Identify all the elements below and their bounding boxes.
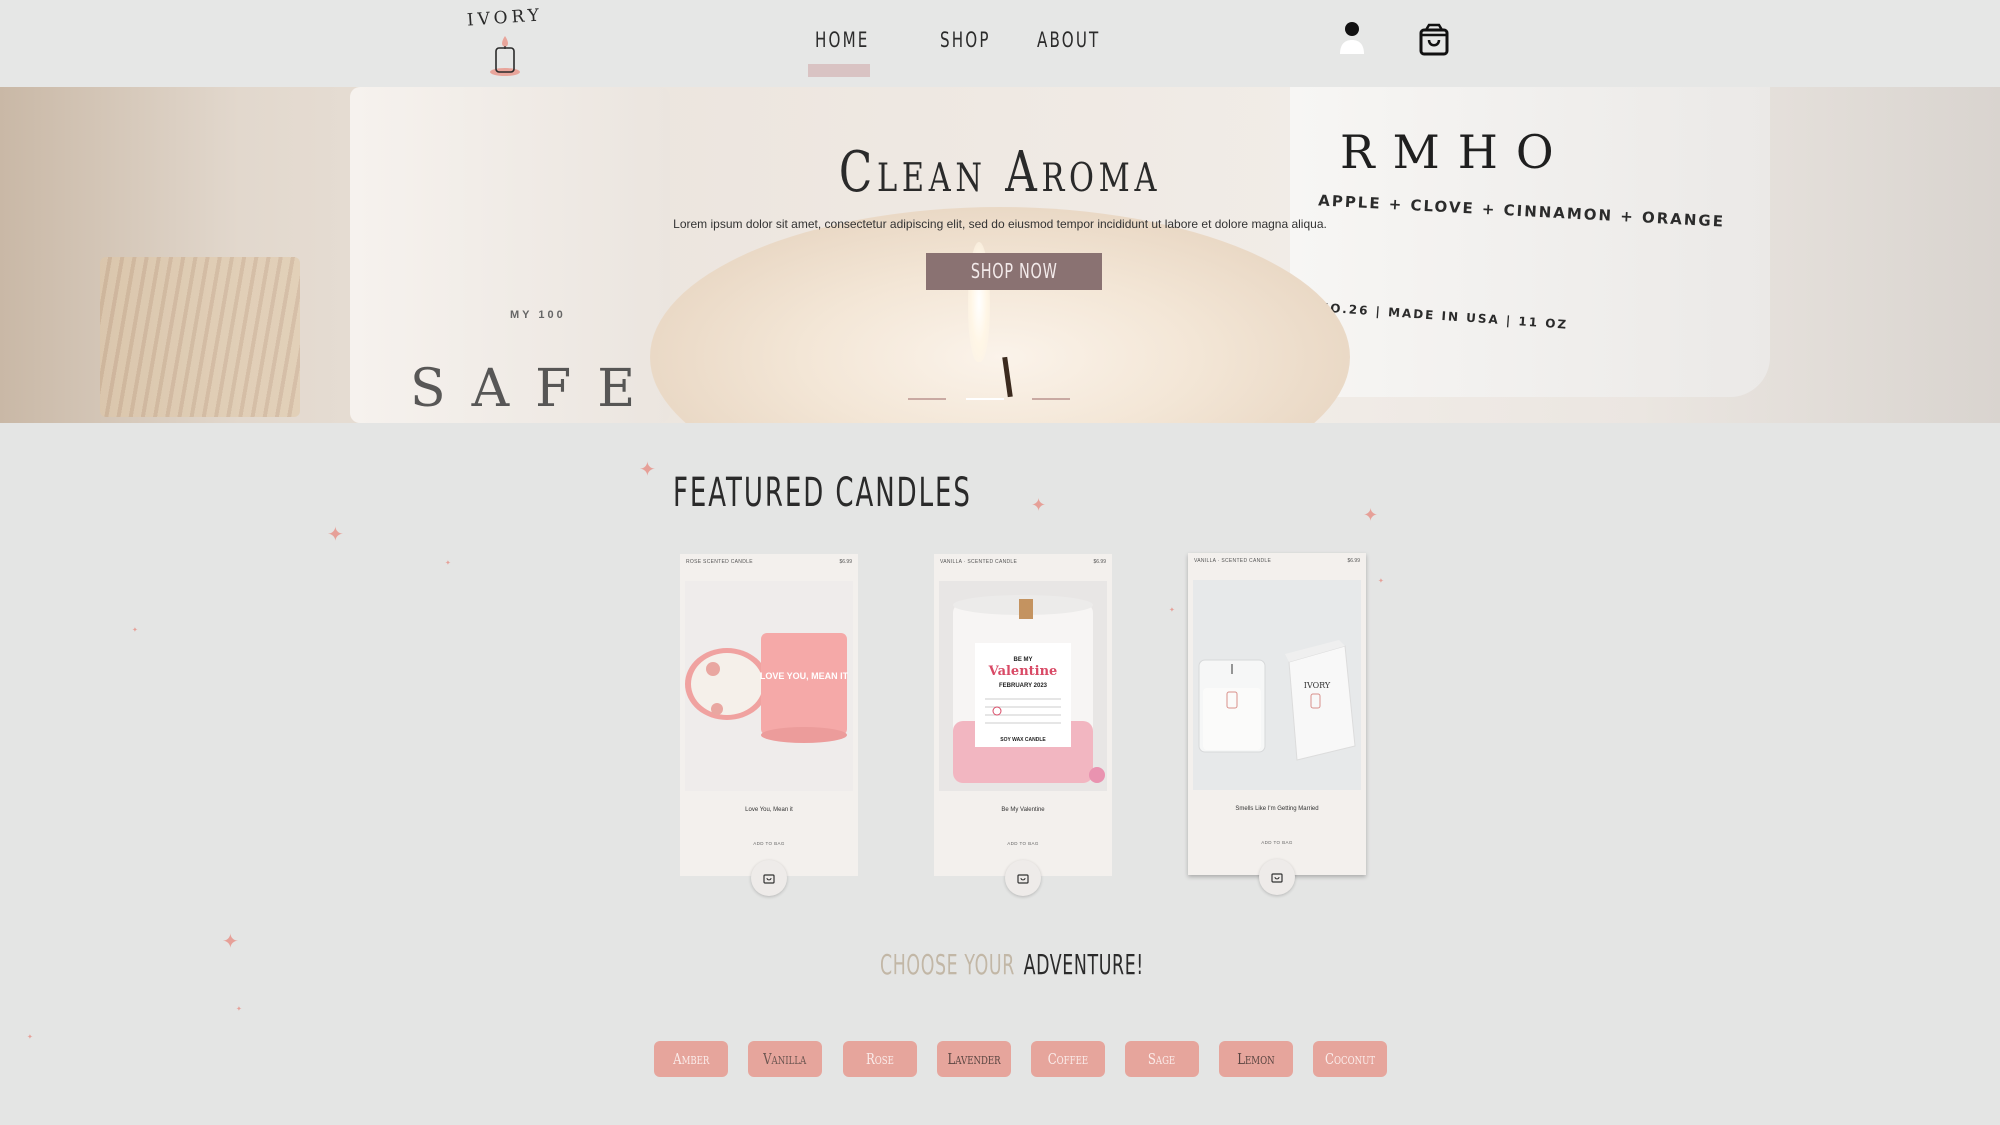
scent-label: Coffee (1047, 1050, 1089, 1068)
choose-your-text: CHOOSE YOUR (880, 948, 1015, 981)
sparkle-icon: ✦ (236, 1006, 242, 1013)
scent-label: Rose (865, 1050, 894, 1068)
product-image-be-my-valentine[interactable]: BE MY Valentine FEBRUARY 2023 SOY WAX CA… (939, 581, 1107, 791)
featured-title: FEATURED CANDLES (673, 470, 972, 516)
hero-title: Clean Aroma (838, 140, 1162, 205)
sparkle-icon: ✦ (132, 627, 138, 634)
sparkle-icon: ✦ (27, 1034, 33, 1041)
nav-about[interactable]: ABOUT (1037, 28, 1100, 68)
svg-text:BE MY: BE MY (1013, 657, 1032, 663)
logo-text: IVORY (466, 5, 544, 31)
scent-button-coffee[interactable]: Coffee (1031, 1041, 1105, 1077)
svg-text:IVORY: IVORY (1304, 681, 1331, 690)
shop-now-label: SHOP NOW (970, 259, 1058, 283)
card-category: VANILLA · SCENTED CANDLE (940, 559, 1018, 565)
sparkle-icon: ✦ (327, 524, 344, 546)
slide-dot-3[interactable] (1032, 398, 1070, 400)
valentine-candle-illustration: BE MY Valentine FEBRUARY 2023 SOY WAX CA… (939, 581, 1107, 791)
sparkle-icon: ✦ (639, 459, 656, 481)
shop-now-button[interactable]: SHOP NOW (926, 253, 1102, 290)
bag-icon (1017, 874, 1029, 884)
bag-icon (1271, 873, 1283, 883)
nav-shop[interactable]: SHOP (940, 28, 991, 68)
hero-subtitle: Lorem ipsum dolor sit amet, consectetur … (673, 217, 1327, 231)
add-to-bag-label[interactable]: ADD TO BAG (1188, 840, 1366, 845)
sparkle-icon: ✦ (1031, 495, 1047, 515)
candle-logo-icon (490, 36, 520, 76)
scent-label: Amber (672, 1050, 710, 1068)
svg-text:LOVE YOU, MEAN IT: LOVE YOU, MEAN IT (760, 671, 849, 681)
choose-adventure-heading: CHOOSE YOUR ADVENTURE! (880, 948, 1144, 981)
product-card-love-you[interactable]: ROSE SCENTED CANDLE $6.99 LOVE YOU, MEAN… (680, 554, 858, 896)
card-name: Be My Valentine (1001, 807, 1045, 813)
product-image-getting-married[interactable]: IVORY (1193, 580, 1361, 790)
scent-button-rose[interactable]: Rose (843, 1041, 917, 1077)
scent-label: Vanilla (763, 1050, 807, 1068)
sparkle-icon: ✦ (1378, 578, 1384, 585)
card-category: ROSE SCENTED CANDLE (686, 559, 753, 565)
nav-home[interactable]: HOME (815, 28, 870, 68)
card-name: Smells Like I'm Getting Married (1235, 806, 1319, 812)
scent-button-vanilla[interactable]: Vanilla (748, 1041, 822, 1077)
left-jar-small-text: MY 100 (510, 309, 566, 321)
pink-candle-illustration: LOVE YOU, MEAN IT (685, 581, 853, 791)
scent-label: Sage (1148, 1050, 1176, 1068)
card-category: VANILLA · SCENTED CANDLE (1194, 558, 1272, 564)
svg-text:Valentine: Valentine (988, 664, 1058, 679)
account-icon[interactable] (1336, 20, 1368, 56)
matches-image (100, 257, 300, 417)
scent-button-sage[interactable]: Sage (1125, 1041, 1199, 1077)
scent-label: Coconut (1324, 1050, 1376, 1068)
ivory-logo[interactable]: IVORY (462, 4, 548, 80)
nav-home-active-indicator (808, 64, 870, 77)
sparkle-icon: ✦ (445, 560, 451, 567)
sparkle-icon: ✦ (222, 931, 239, 953)
card-name: Love You, Mean it (745, 807, 793, 813)
bag-icon (763, 874, 775, 884)
scent-label: Lemon (1237, 1050, 1275, 1068)
candle-image (650, 207, 1350, 423)
scent-button-amber[interactable]: Amber (654, 1041, 728, 1077)
slide-dot-2[interactable] (966, 398, 1004, 400)
sparkle-icon: ✦ (1363, 505, 1379, 525)
adventure-text: ADVENTURE! (1023, 948, 1144, 981)
card-price: $6.99 (839, 559, 852, 565)
add-to-bag-button[interactable] (751, 860, 787, 896)
scent-button-lemon[interactable]: Lemon (1219, 1041, 1293, 1077)
product-card-be-my-valentine[interactable]: VANILLA · SCENTED CANDLE $6.99 BE MY Val… (934, 554, 1112, 896)
scent-label: Lavender (947, 1050, 1001, 1068)
card-price: $6.99 (1347, 558, 1360, 564)
product-image-love-you[interactable]: LOVE YOU, MEAN IT (685, 581, 853, 791)
svg-text:FEBRUARY 2023: FEBRUARY 2023 (999, 683, 1048, 689)
scent-button-coconut[interactable]: Coconut (1313, 1041, 1387, 1077)
product-card-getting-married[interactable]: VANILLA · SCENTED CANDLE $6.99 IVORY Sme… (1188, 553, 1366, 895)
slide-dot-1[interactable] (908, 398, 946, 400)
cart-icon[interactable] (1418, 22, 1450, 56)
add-to-bag-label[interactable]: ADD TO BAG (680, 841, 858, 846)
scent-button-lavender[interactable]: Lavender (937, 1041, 1011, 1077)
sparkle-icon: ✦ (1169, 607, 1175, 614)
add-to-bag-button[interactable] (1259, 859, 1295, 895)
ivory-candle-illustration: IVORY (1193, 580, 1361, 790)
svg-text:SOY WAX CANDLE: SOY WAX CANDLE (1000, 737, 1046, 743)
add-to-bag-label[interactable]: ADD TO BAG (934, 841, 1112, 846)
add-to-bag-button[interactable] (1005, 860, 1041, 896)
site-header: IVORY HOME SHOP ABOUT (0, 0, 2000, 87)
card-price: $6.99 (1093, 559, 1106, 565)
